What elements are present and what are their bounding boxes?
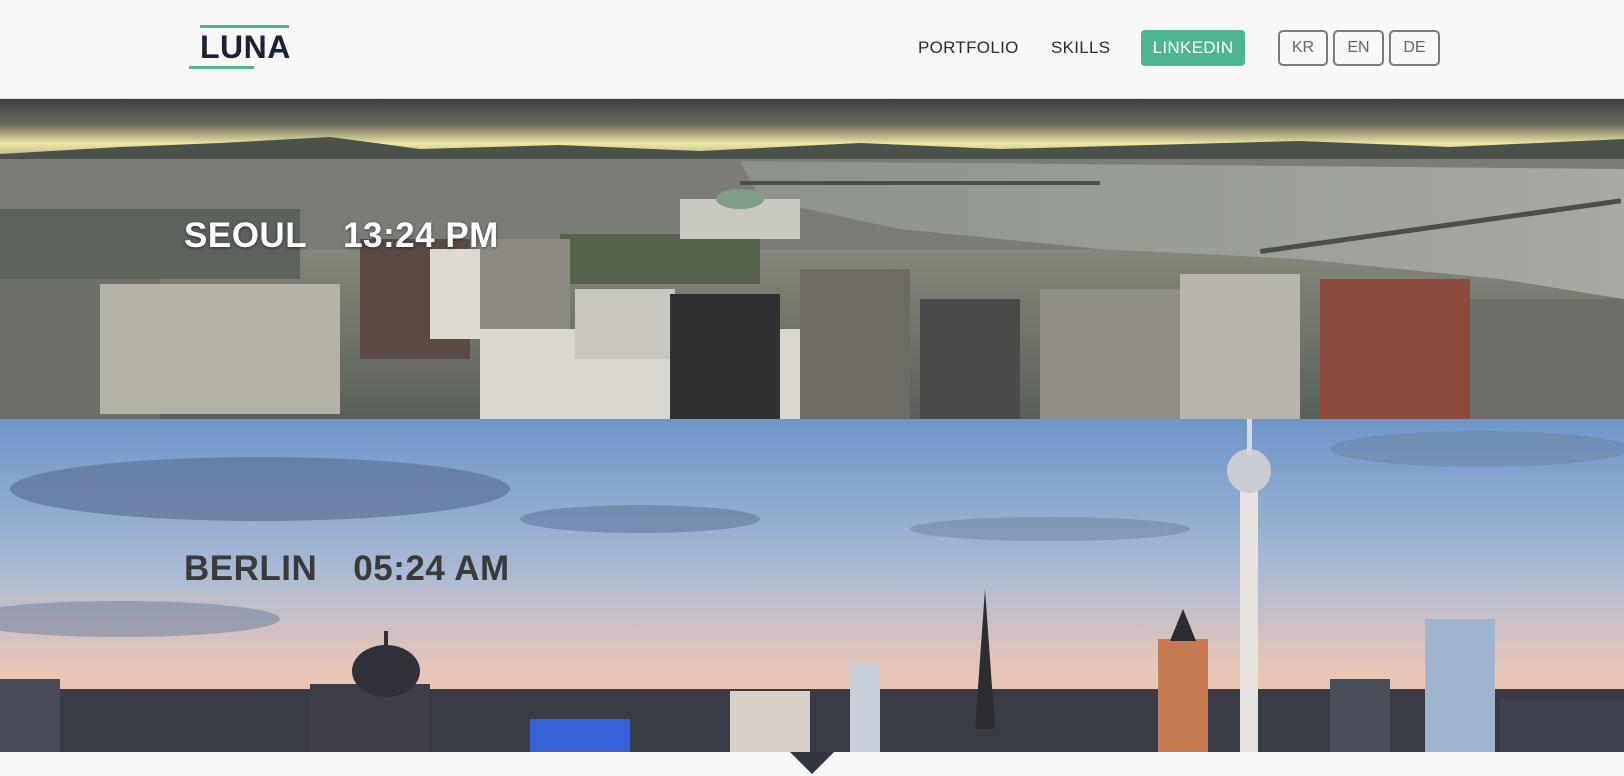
berlin-time-label: BERLIN 05:24 AM bbox=[184, 549, 510, 589]
language-en-button[interactable]: EN bbox=[1333, 30, 1384, 66]
seoul-hero-panel: SEOUL 13:24 PM bbox=[0, 99, 1624, 419]
berlin-city-name: BERLIN bbox=[184, 549, 318, 588]
seoul-time-label: SEOUL 13:24 PM bbox=[184, 216, 499, 256]
berlin-hero-panel: BERLIN 05:24 AM bbox=[0, 419, 1624, 752]
berlin-time: 05:24 AM bbox=[353, 549, 510, 588]
seoul-city-name: SEOUL bbox=[184, 216, 308, 255]
site-header: LUNA PORTFOLIO SKILLS LINKEDIN KR EN DE bbox=[0, 0, 1624, 99]
logo-accent-bottom bbox=[189, 66, 254, 69]
chevron-down-icon[interactable] bbox=[790, 752, 834, 774]
language-de-button[interactable]: DE bbox=[1389, 30, 1440, 66]
seoul-time: 13:24 PM bbox=[343, 216, 499, 255]
nav-portfolio-link[interactable]: PORTFOLIO bbox=[918, 30, 1019, 66]
language-kr-button[interactable]: KR bbox=[1278, 30, 1328, 66]
logo-accent-top bbox=[200, 25, 289, 28]
logo-text: LUNA bbox=[200, 29, 291, 65]
seoul-cityscape-image bbox=[0, 99, 1624, 419]
nav-skills-link[interactable]: SKILLS bbox=[1051, 30, 1110, 66]
nav-linkedin-button[interactable]: LINKEDIN bbox=[1141, 30, 1245, 66]
luna-logo[interactable]: LUNA bbox=[189, 24, 301, 70]
